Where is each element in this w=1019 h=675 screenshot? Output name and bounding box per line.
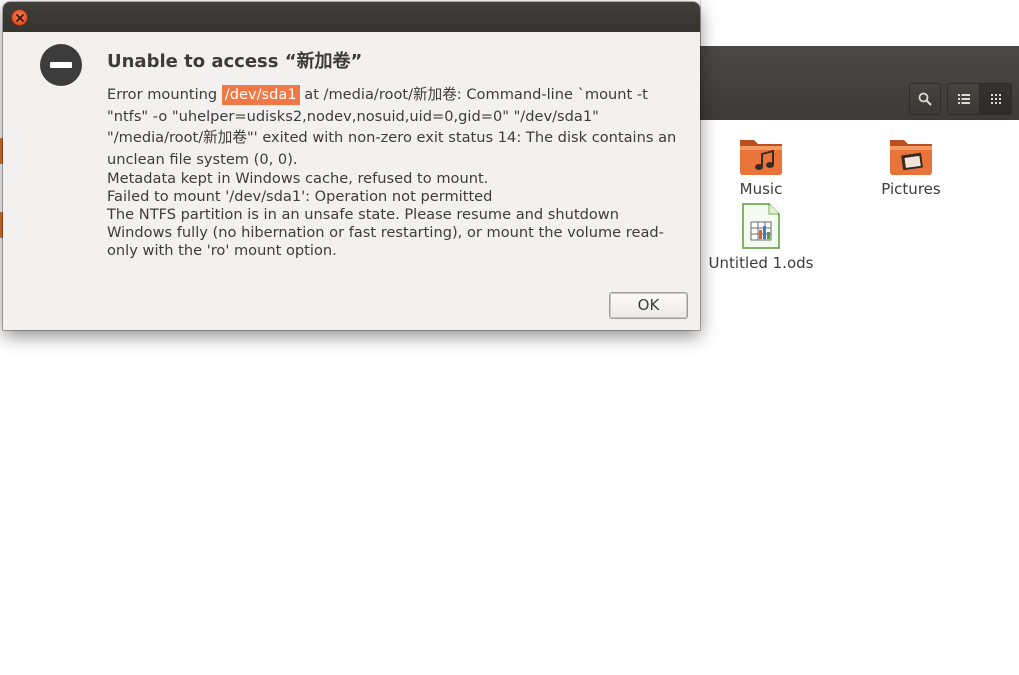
search-button[interactable] bbox=[909, 83, 941, 115]
search-icon bbox=[918, 92, 932, 106]
desktop: Music Pictures Untitled 1.ods Unable to … bbox=[0, 0, 1019, 675]
background-window bbox=[700, 0, 1019, 48]
pictures-folder-icon bbox=[890, 140, 932, 175]
list-view-button[interactable] bbox=[947, 83, 980, 115]
message-line: Failed to mount '/dev/sda1': Operation n… bbox=[107, 188, 493, 205]
file-label: Pictures bbox=[881, 180, 941, 198]
music-folder-icon bbox=[740, 140, 782, 175]
file-item-spreadsheet[interactable]: Untitled 1.ods bbox=[701, 202, 821, 272]
dialog-title: Unable to access “新加卷” bbox=[107, 51, 363, 72]
grid-view-button[interactable] bbox=[979, 83, 1012, 115]
grid-view-icon bbox=[990, 94, 1001, 104]
files-window: Music Pictures Untitled 1.ods bbox=[680, 46, 1019, 675]
dialog-message: Error mounting /dev/sda1 at /media/root/… bbox=[107, 84, 687, 260]
error-icon bbox=[40, 44, 82, 86]
message-line: The NTFS partition is in an unsafe state… bbox=[107, 206, 664, 259]
message-text: Error mounting bbox=[107, 86, 222, 103]
selected-device-text[interactable]: /dev/sda1 bbox=[221, 85, 300, 105]
list-view-icon bbox=[957, 94, 970, 104]
dialog-titlebar[interactable] bbox=[3, 2, 700, 32]
message-paragraph: Error mounting /dev/sda1 at /media/root/… bbox=[107, 84, 687, 170]
spreadsheet-file-icon bbox=[742, 203, 780, 249]
error-icon-bar bbox=[50, 62, 72, 68]
file-label: Untitled 1.ods bbox=[708, 254, 814, 272]
files-headerbar bbox=[680, 46, 1019, 120]
file-label: Music bbox=[739, 180, 783, 198]
error-dialog: Unable to access “新加卷” Error mounting /d… bbox=[3, 2, 700, 330]
close-button[interactable] bbox=[11, 9, 28, 26]
message-line: Metadata kept in Windows cache, refused … bbox=[107, 170, 489, 187]
close-icon bbox=[15, 13, 24, 22]
file-item-music[interactable]: Music bbox=[701, 134, 821, 198]
file-item-pictures[interactable]: Pictures bbox=[851, 134, 971, 198]
ok-button[interactable]: OK bbox=[609, 292, 688, 319]
